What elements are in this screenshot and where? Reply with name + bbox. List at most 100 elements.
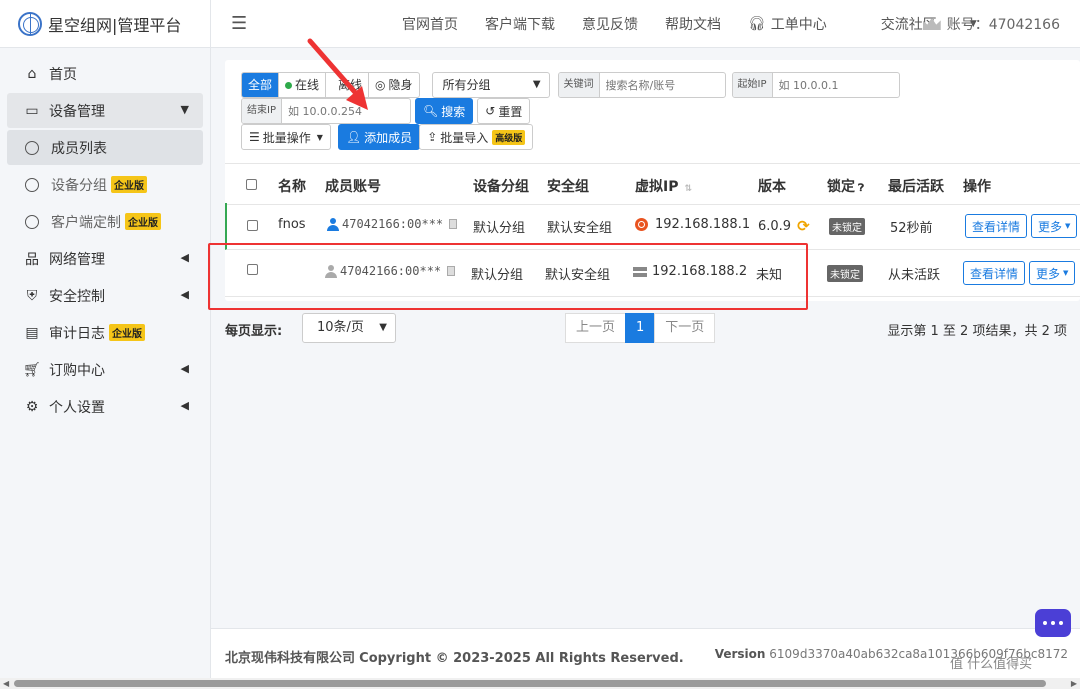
brand-title: 星空组网|管理平台 (48, 15, 182, 35)
row-checkbox[interactable] (247, 220, 258, 231)
account-info[interactable]: 账号：47042166 (922, 0, 1060, 48)
page-1-button[interactable]: 1 (625, 313, 656, 343)
list-icon: ☰ (249, 130, 260, 144)
crown-icon (922, 18, 941, 30)
search-button[interactable]: 🔍︎ 搜索 (415, 98, 474, 124)
sidebar-item-label: 设备管理 (49, 103, 105, 120)
sidebar-item-personal-settings[interactable]: ⚙ 个人设置 ◀ (7, 389, 203, 424)
start-ip-input[interactable] (772, 73, 893, 97)
sidebar-item-device-management[interactable]: ▭ 设备管理 ▼ (7, 93, 203, 128)
cart-icon: 🛒︎ (23, 361, 41, 378)
per-page-select[interactable]: 10条/页 ▼ (302, 313, 396, 343)
chat-support-icon[interactable] (1035, 609, 1071, 637)
annotation-arrow-icon (307, 38, 368, 110)
batch-import-button[interactable]: ⇪ 批量导入 高级版 (419, 124, 534, 150)
start-ip-label: 起始IP (732, 73, 773, 97)
online-dot-icon (285, 81, 293, 89)
link-help-docs[interactable]: 帮助文档 (665, 14, 721, 34)
scroll-right-icon[interactable]: ▶ (1071, 679, 1077, 688)
tab-all[interactable]: 全部 (242, 73, 280, 97)
cell-actions: 查看详情 更多 ▼ (965, 214, 1078, 238)
sidebar-item-label: 网络管理 (49, 251, 105, 268)
sidebar-item-label: 安全控制 (49, 288, 105, 305)
cell-lock: 未锁定 (827, 265, 863, 282)
view-detail-button[interactable]: 查看详情 (963, 261, 1026, 285)
help-icon: ❓︎ (858, 183, 865, 194)
col-lock: 锁定 ❓︎ (827, 179, 865, 195)
hamburger-menu-icon[interactable]: ☰ (231, 13, 261, 34)
col-actions: 操作 (963, 179, 991, 195)
monitor-icon: ▭ (25, 102, 39, 119)
group-select[interactable]: 所有分组 ▼ (431, 72, 550, 98)
col-version: 版本 (758, 179, 786, 195)
cell-last-active: 从未活跃 (888, 268, 941, 283)
brand[interactable]: 星空组网|管理平台 (0, 0, 210, 48)
results-summary: 显示第 1 至 2 项结果，共 2 项 (887, 324, 1067, 339)
cell-version: 6.0.9 ⟳ (758, 217, 810, 235)
copy-icon[interactable] (449, 219, 458, 229)
sync-icon[interactable]: ⟳ (797, 217, 810, 235)
user-icon (327, 217, 339, 231)
link-home[interactable]: 官网首页 (402, 14, 458, 34)
network-icon: 品 (25, 251, 39, 268)
link-feedback[interactable]: 意见反馈 (582, 14, 638, 34)
link-client-download[interactable]: 客户端下载 (485, 14, 555, 34)
headset-icon: 🎧︎ (748, 16, 766, 32)
globe-logo-icon (18, 11, 42, 36)
sidebar-item-member-list[interactable]: 成员列表 (7, 130, 203, 165)
chevron-down-icon: ▼ (532, 79, 541, 90)
home-icon: ⌂ (27, 65, 37, 82)
prev-page-button[interactable]: 上一页 (565, 313, 627, 343)
sidebar-item-audit-log[interactable]: ▤ 审计日志 企业版 (7, 315, 203, 350)
chevron-down-icon: ▼ (379, 322, 387, 333)
cell-lock: 未锁定 (829, 218, 865, 235)
table-header: 名称 成员账号 设备分组 安全组 虚拟IP ⇅ 版本 锁定 ❓︎ 最后活跃 操作 (225, 163, 1080, 205)
per-page-label: 每页显示: (225, 324, 283, 339)
col-virtual-ip[interactable]: 虚拟IP ⇅ (635, 176, 692, 196)
copyright: 北京现伟科技有限公司 Copyright © 2023-2025 All Rig… (225, 651, 684, 666)
horizontal-scrollbar[interactable]: ◀ ▶ (0, 678, 1080, 689)
keyword-search: 关键词 (557, 72, 726, 98)
col-last-active: 最后活跃 (888, 179, 944, 195)
sidebar-item-security-control[interactable]: ⛨ 安全控制 ◀ (7, 278, 203, 313)
chevron-down-icon: ▼ (180, 103, 189, 116)
add-member-button[interactable]: 👤︎ 添加成员 (337, 124, 421, 150)
col-group: 设备分组 (473, 179, 529, 195)
watermark: 值 什么值得买 (950, 657, 1033, 672)
cell-virtual-ip: 192.168.188.1 (635, 217, 750, 232)
caret-down-icon: ▼ (316, 132, 323, 142)
link-ticket-center[interactable]: 🎧︎ 工单中心 (748, 14, 854, 34)
more-dropdown[interactable]: 更多 ▼ (1029, 261, 1076, 285)
upload-icon: ⇪ (427, 130, 438, 144)
sidebar-item-label: 审计日志 (49, 325, 105, 342)
clipboard-icon: ▤ (25, 324, 39, 341)
sidebar-item-client-customization[interactable]: 客户端定制 企业版 (7, 204, 203, 239)
sidebar-item-device-groups[interactable]: 设备分组 企业版 (7, 167, 203, 202)
circle-icon (25, 177, 39, 192)
caret-down-icon: ▼ (1063, 269, 1069, 277)
cell-last-active: 52秒前 (890, 221, 933, 236)
next-page-button[interactable]: 下一页 (654, 313, 716, 343)
sidebar-item-network-management[interactable]: 品 网络管理 ◀ (7, 241, 203, 276)
lock-status-badge: 未锁定 (827, 265, 863, 282)
batch-operations-dropdown[interactable]: ☰ 批量操作 ▼ (241, 124, 331, 150)
end-ip-label: 结束IP (242, 99, 282, 123)
enterprise-badge: 企业版 (111, 176, 147, 193)
more-dropdown[interactable]: 更多 ▼ (1031, 214, 1078, 238)
advanced-badge: 高级版 (492, 129, 526, 145)
reset-button[interactable]: ↺ 重置 (477, 98, 531, 124)
sort-icon: ⇅ (684, 184, 693, 194)
select-all-checkbox[interactable] (246, 179, 257, 190)
sidebar: 星空组网|管理平台 ⌂ 首页 ▭ 设备管理 ▼ 成员列表 设备分组 企业版 客户… (0, 0, 211, 689)
enterprise-badge: 企业版 (125, 213, 161, 230)
cell-group: 默认分组 (473, 221, 526, 236)
sidebar-item-home[interactable]: ⌂ 首页 (7, 56, 203, 91)
circle-icon (25, 140, 39, 155)
sidebar-item-order-center[interactable]: 🛒︎ 订购中心 ◀ (7, 352, 203, 387)
ubuntu-icon (635, 218, 648, 231)
scroll-left-icon[interactable]: ◀ (3, 679, 9, 688)
chevron-left-icon: ◀ (180, 362, 189, 375)
keyword-input[interactable] (599, 73, 720, 97)
view-detail-button[interactable]: 查看详情 (965, 214, 1028, 238)
scrollbar-thumb[interactable] (14, 680, 1046, 687)
